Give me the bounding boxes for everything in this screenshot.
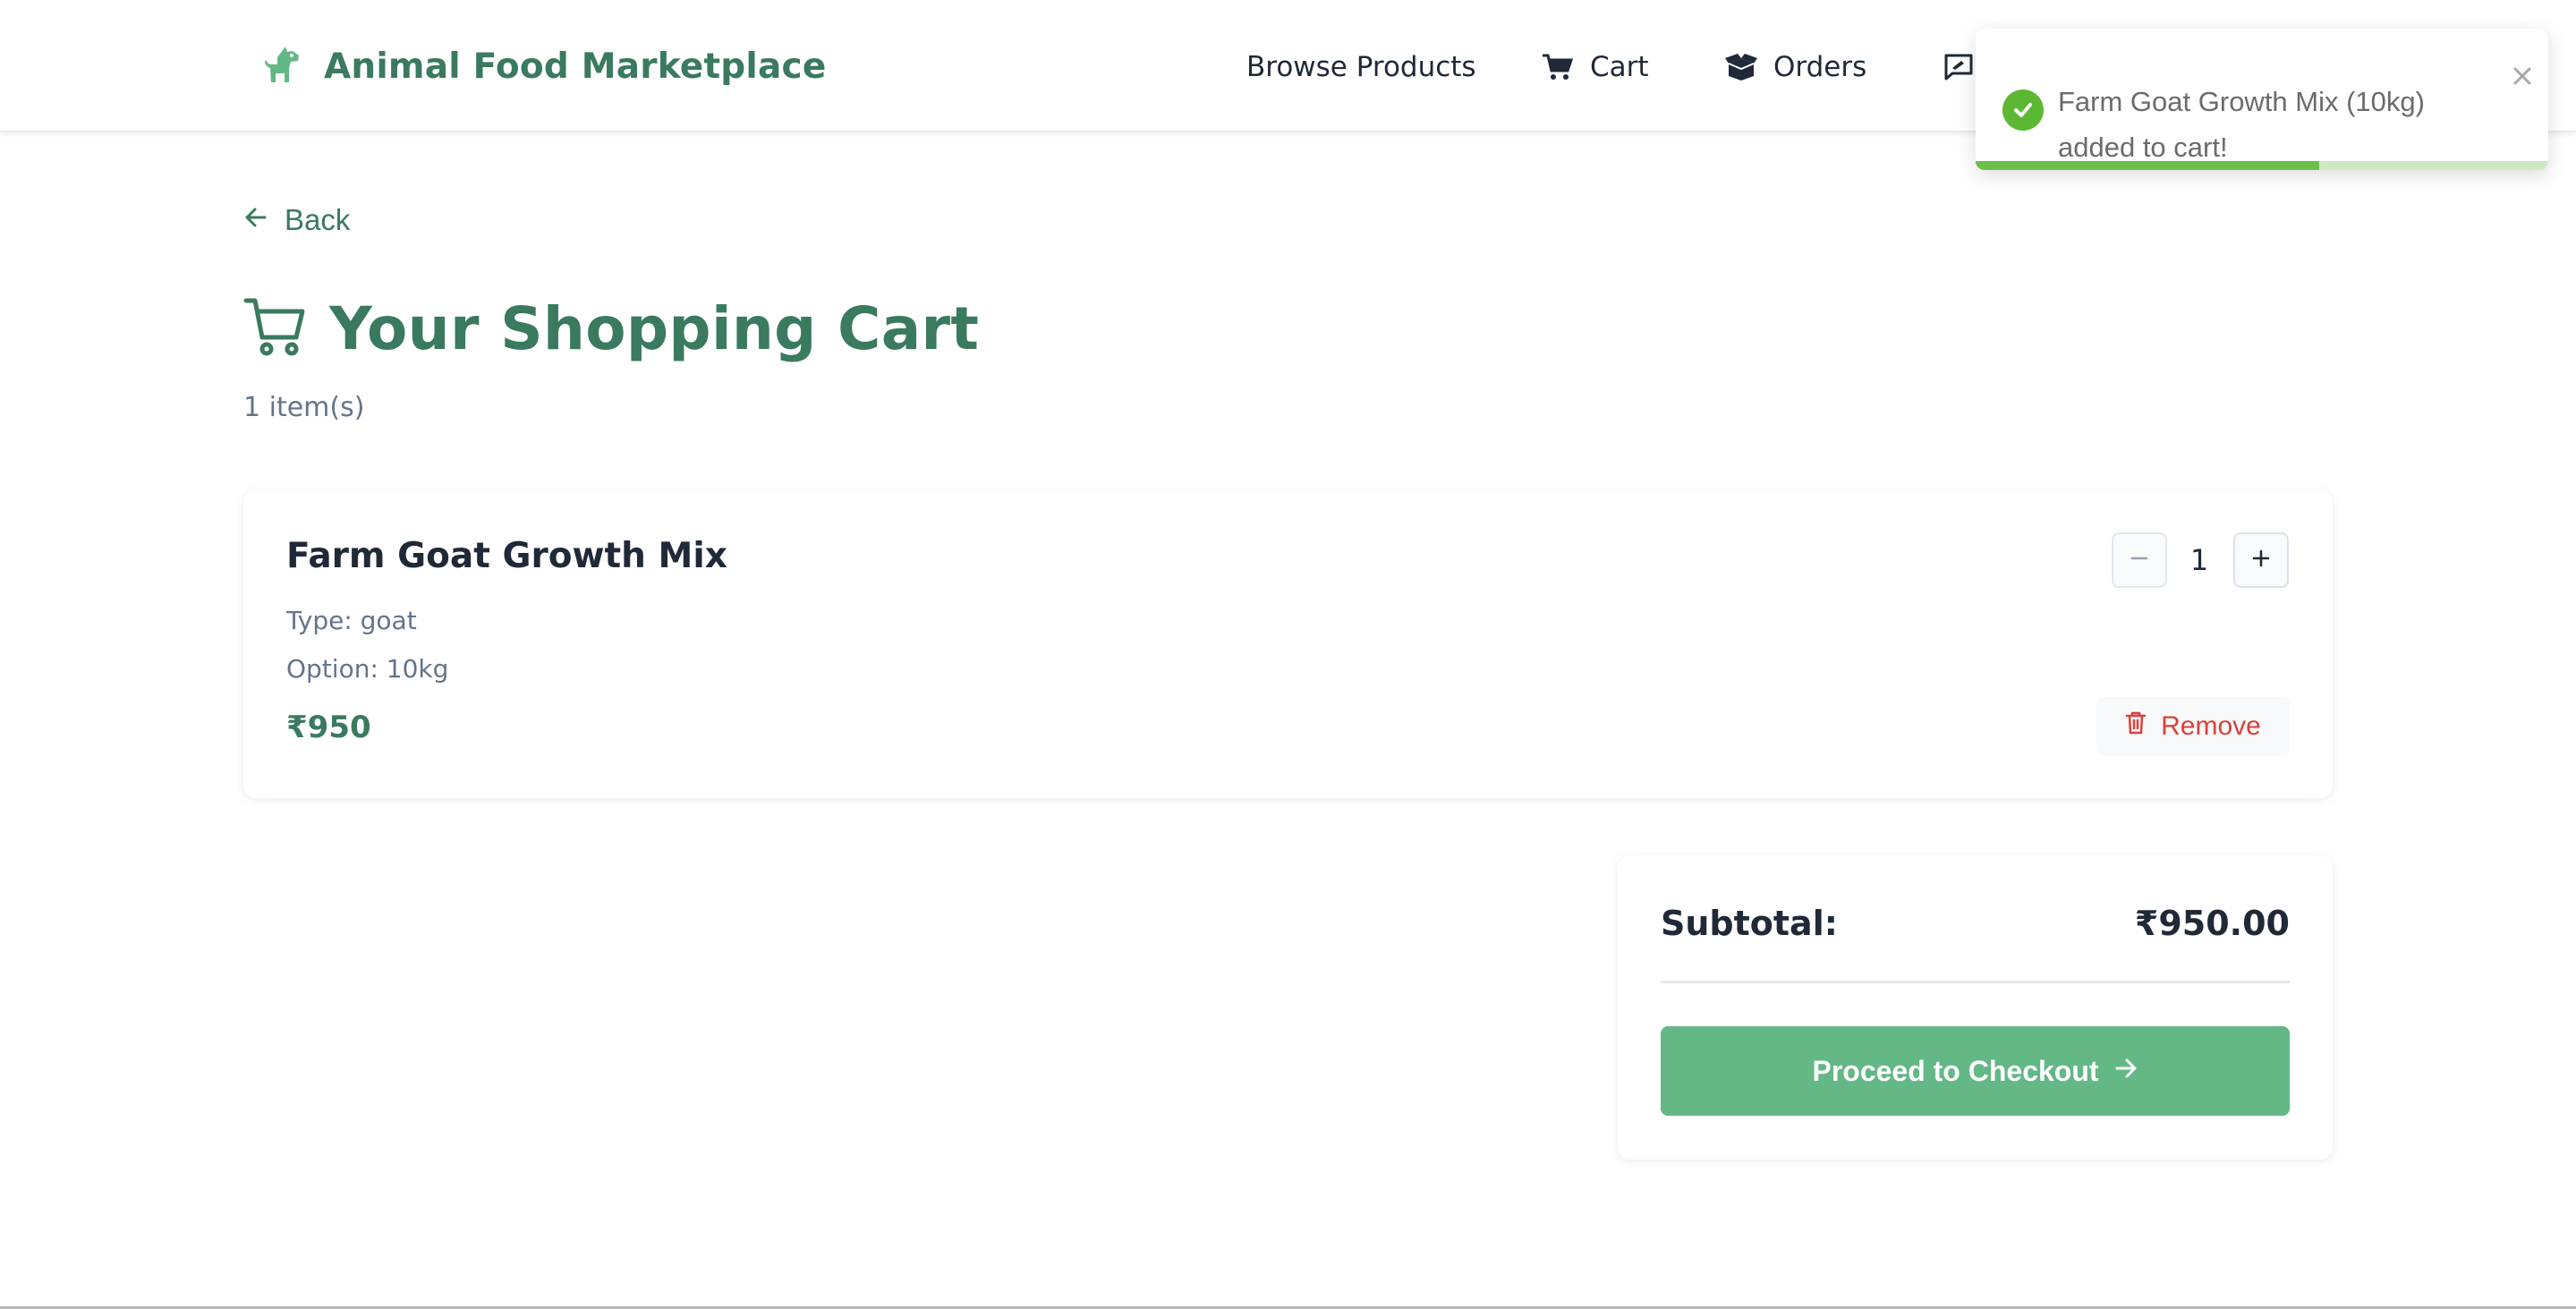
dog-icon — [258, 41, 304, 91]
remove-label: Remove — [2161, 711, 2261, 741]
toast-message: Farm Goat Growth Mix (10kg) added to car… — [2058, 86, 2425, 163]
back-label: Back — [285, 203, 351, 236]
check-circle-icon — [2002, 89, 2044, 131]
nav-feedback[interactable] — [1943, 45, 1974, 89]
cart-item-card: Farm Goat Growth Mix Type: goat Option: … — [243, 489, 2333, 798]
increase-quantity-button[interactable] — [2233, 532, 2289, 588]
nav-browse-products[interactable]: Browse Products — [1246, 45, 1476, 89]
quantity-value: 1 — [2189, 543, 2209, 577]
product-type: Type: goat — [286, 606, 417, 635]
proceed-to-checkout-button[interactable]: Proceed to Checkout — [1661, 1026, 2290, 1116]
summary-divider — [1661, 981, 2290, 983]
checkout-label: Proceed to Checkout — [1812, 1054, 2099, 1087]
feedback-icon — [1943, 53, 1974, 81]
subtotal-value: ₹950.00 — [2134, 904, 2290, 943]
nav-orders-label: Orders — [1773, 51, 1867, 83]
minus-icon — [2130, 548, 2149, 572]
back-link[interactable]: Back — [243, 199, 350, 242]
plus-icon — [2251, 548, 2271, 572]
nav-cart[interactable]: Cart — [1542, 45, 1649, 89]
page-title-text: Your Shopping Cart — [329, 293, 980, 363]
page-title: Your Shopping Cart — [243, 288, 979, 369]
brand-name: Animal Food Marketplace — [324, 46, 827, 87]
nav-orders[interactable]: Orders — [1725, 45, 1866, 89]
close-icon[interactable] — [2509, 63, 2536, 89]
trash-icon — [2125, 710, 2147, 743]
decrease-quantity-button[interactable] — [2112, 532, 2167, 588]
brand-link[interactable]: Animal Food Marketplace — [258, 39, 826, 93]
subtotal-label: Subtotal: — [1661, 904, 1838, 943]
remove-button[interactable]: Remove — [2096, 697, 2290, 756]
shopping-cart-icon — [1542, 53, 1574, 81]
product-option: Option: 10kg — [286, 654, 449, 684]
nav-cart-label: Cart — [1590, 51, 1649, 83]
toast-notification: Farm Goat Growth Mix (10kg) added to car… — [1976, 29, 2548, 170]
item-count: 1 item(s) — [243, 392, 365, 423]
box-open-icon — [1725, 53, 1757, 81]
nav-browse-label: Browse Products — [1246, 51, 1476, 83]
arrow-right-icon — [2113, 1055, 2138, 1088]
toast-progress-bar — [1976, 161, 2319, 170]
arrow-left-icon — [243, 203, 268, 237]
toast-progress-track — [1976, 161, 2548, 170]
product-name: Farm Goat Growth Mix — [286, 536, 727, 576]
product-price: ₹950 — [286, 710, 371, 745]
shopping-cart-outline-icon — [243, 296, 306, 361]
order-summary: Subtotal: ₹950.00 Proceed to Checkout — [1618, 855, 2333, 1160]
